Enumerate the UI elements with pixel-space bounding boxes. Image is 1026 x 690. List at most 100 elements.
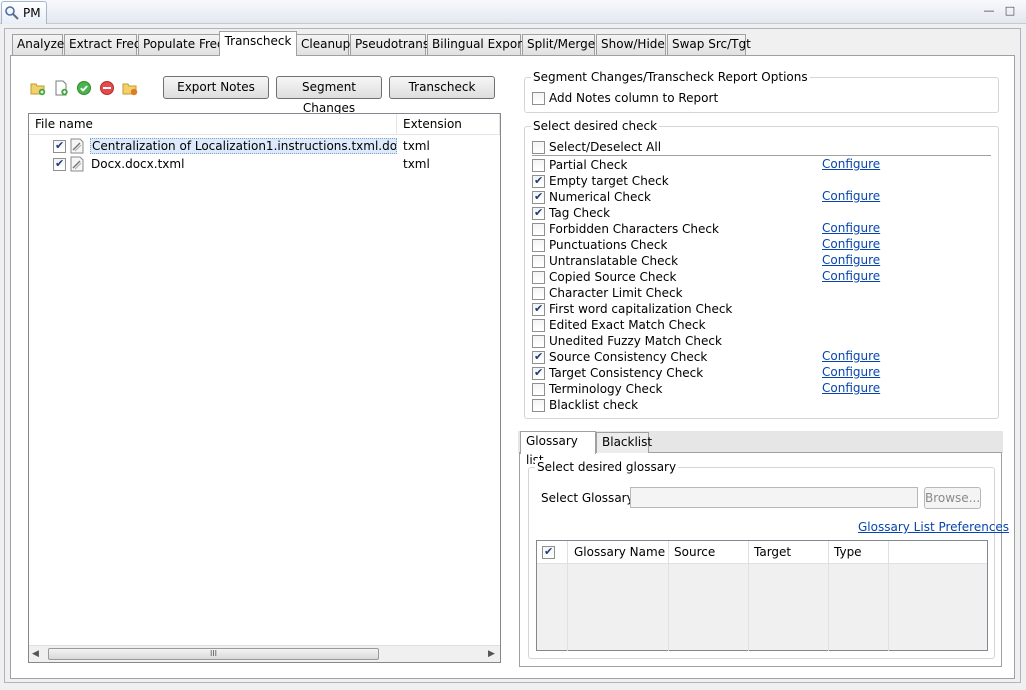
check-punctuations[interactable]: Punctuations Check: [532, 237, 667, 253]
tab-blacklist[interactable]: Blacklist: [596, 432, 652, 453]
select-all-option[interactable]: Select/Deselect All: [532, 139, 661, 155]
row-checkbox[interactable]: [53, 139, 66, 153]
check-checkbox[interactable]: [532, 398, 545, 412]
configure-punctuations-link[interactable]: Configure: [822, 237, 880, 251]
configure-target-consistency-link[interactable]: Configure: [822, 365, 880, 379]
table-row[interactable]: Centralization of Localization1.instruct…: [53, 137, 499, 155]
check-untranslatable[interactable]: Untranslatable Check: [532, 253, 678, 269]
select-all-label: Select/Deselect All: [549, 140, 662, 154]
file-name-cell: Centralization of Localization1.instruct…: [90, 138, 397, 154]
check-empty-target[interactable]: Empty target Check: [532, 173, 669, 189]
column-header-glossary-name[interactable]: Glossary Name: [574, 545, 665, 559]
scroll-left-icon[interactable]: ◀: [32, 649, 39, 659]
select-all-checkbox[interactable]: [532, 140, 545, 154]
extension-cell: txml: [403, 157, 430, 171]
check-icon[interactable]: [76, 80, 92, 96]
column-header-file-name[interactable]: File name: [29, 114, 397, 135]
column-header-target[interactable]: Target: [754, 545, 791, 559]
horizontal-scrollbar[interactable]: ◀ III ▶: [29, 645, 500, 662]
checks-group-title: Select desired check: [531, 119, 660, 133]
transcheck-button[interactable]: Transcheck: [389, 76, 495, 99]
configure-numerical-link[interactable]: Configure: [822, 189, 880, 203]
check-first-word-capitalization[interactable]: First word capitalization Check: [532, 301, 732, 317]
check-checkbox[interactable]: [532, 350, 545, 364]
column-header-type[interactable]: Type: [834, 545, 862, 559]
tab-glossary-list[interactable]: Glossary list: [520, 431, 596, 467]
check-source-consistency[interactable]: Source Consistency Check: [532, 349, 707, 365]
add-notes-option[interactable]: Add Notes column to Report: [532, 90, 718, 106]
tab-swap-src-tgt[interactable]: Swap Src/Tgt: [667, 34, 751, 55]
tab-transcheck[interactable]: Transcheck: [219, 31, 297, 56]
minimize-icon[interactable]: —: [982, 4, 996, 18]
configure-source-consistency-link[interactable]: Configure: [822, 349, 880, 363]
check-target-consistency[interactable]: Target Consistency Check: [532, 365, 703, 381]
glossary-path-input[interactable]: [630, 487, 918, 508]
check-checkbox[interactable]: [532, 222, 545, 236]
check-terminology[interactable]: Terminology Check: [532, 381, 663, 397]
view-tab-pm[interactable]: PM: [1, 1, 47, 24]
row-checkbox[interactable]: [53, 157, 66, 171]
check-character-limit[interactable]: Character Limit Check: [532, 285, 683, 301]
tab-bilingual-export[interactable]: Bilingual Export: [427, 34, 527, 55]
check-checkbox[interactable]: [532, 286, 545, 300]
check-checkbox[interactable]: [532, 190, 545, 204]
check-checkbox[interactable]: [532, 238, 545, 252]
check-label: Character Limit Check: [549, 286, 683, 300]
glossary-list-preferences-link[interactable]: Glossary List Preferences: [858, 520, 1009, 534]
check-checkbox[interactable]: [532, 206, 545, 220]
check-blacklist[interactable]: Blacklist check: [532, 397, 638, 413]
remove-icon[interactable]: [99, 80, 115, 96]
view-title: PM: [23, 6, 41, 20]
tab-populate-freq[interactable]: Populate Freq: [138, 34, 225, 55]
check-checkbox[interactable]: [532, 270, 545, 284]
add-notes-checkbox[interactable]: [532, 91, 545, 105]
table-row[interactable]: Docx.docx.txml txml: [53, 155, 499, 173]
check-tag[interactable]: Tag Check: [532, 205, 610, 221]
tab-show-hide[interactable]: Show/Hide: [596, 34, 666, 55]
tab-cleanup[interactable]: Cleanup: [296, 34, 350, 55]
txml-file-icon: [70, 138, 84, 154]
add-file-icon[interactable]: [53, 80, 69, 96]
check-unedited-fuzzy-match[interactable]: Unedited Fuzzy Match Check: [532, 333, 722, 349]
tab-analyze[interactable]: Analyze: [12, 34, 64, 55]
check-partial[interactable]: Partial Check: [532, 157, 627, 173]
check-checkbox[interactable]: [532, 366, 545, 380]
configure-copied-source-link[interactable]: Configure: [822, 269, 880, 283]
scroll-right-icon[interactable]: ▶: [488, 649, 495, 659]
check-edited-exact-match[interactable]: Edited Exact Match Check: [532, 317, 706, 333]
tab-pseudotrans[interactable]: Pseudotrans: [350, 34, 429, 55]
column-header-extension[interactable]: Extension: [397, 114, 500, 135]
configure-untranslatable-link[interactable]: Configure: [822, 253, 880, 267]
check-forbidden-characters[interactable]: Forbidden Characters Check: [532, 221, 719, 237]
check-numerical[interactable]: Numerical Check: [532, 189, 651, 205]
check-checkbox[interactable]: [532, 174, 545, 188]
folder-settings-icon[interactable]: [122, 80, 138, 96]
maximize-icon[interactable]: □: [1003, 4, 1017, 18]
check-checkbox[interactable]: [532, 158, 545, 172]
glossary-group-title: Select desired glossary: [535, 460, 679, 474]
configure-forbidden-characters-link[interactable]: Configure: [822, 221, 880, 235]
check-copied-source[interactable]: Copied Source Check: [532, 269, 676, 285]
segment-changes-button[interactable]: Segment Changes: [276, 76, 382, 115]
view-title-bar: [0, 0, 1026, 24]
browse-button[interactable]: Browse...: [924, 487, 981, 509]
glossary-table: Glossary Name Source Target Type: [536, 540, 988, 651]
glossary-header-checkbox[interactable]: [542, 545, 555, 559]
scroll-thumb[interactable]: III: [48, 648, 379, 660]
export-notes-button[interactable]: Export Notes: [163, 76, 269, 99]
add-folder-icon[interactable]: [30, 80, 46, 96]
configure-terminology-link[interactable]: Configure: [822, 381, 880, 395]
extension-cell: txml: [403, 139, 430, 153]
check-label: Unedited Fuzzy Match Check: [549, 334, 722, 348]
configure-partial-link[interactable]: Configure: [822, 157, 880, 171]
txml-file-icon: [70, 156, 84, 172]
check-checkbox[interactable]: [532, 382, 545, 396]
check-checkbox[interactable]: [532, 318, 545, 332]
column-header-source[interactable]: Source: [674, 545, 715, 559]
check-checkbox[interactable]: [532, 254, 545, 268]
tab-split-merge[interactable]: Split/Merge: [522, 34, 595, 55]
tab-extract-freq[interactable]: Extract Freq: [64, 34, 142, 55]
check-label: Forbidden Characters Check: [549, 222, 719, 236]
check-checkbox[interactable]: [532, 302, 545, 316]
check-checkbox[interactable]: [532, 334, 545, 348]
